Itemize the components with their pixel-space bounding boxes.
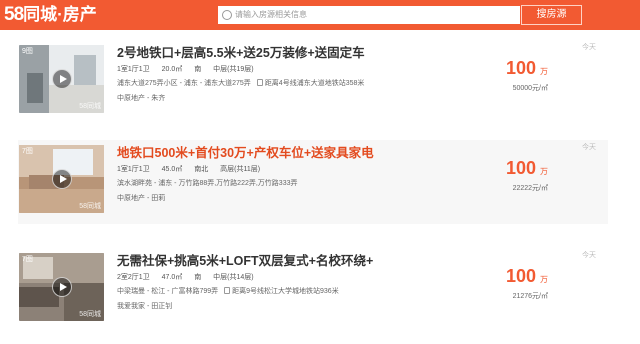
address-text[interactable]: 中梁瑞曼 - 松江 - 广富林路799弄: [117, 288, 218, 295]
listing-item[interactable]: 7图 58同城 地铁口500米+首付30万+产权车位+送家具家电 1室1厅1卫 …: [18, 140, 608, 224]
photo-count: 7图: [22, 256, 33, 263]
search-input[interactable]: 请输入房源相关信息: [235, 6, 307, 24]
floor: 中层(共14层): [213, 274, 254, 281]
price-unit: 万: [540, 67, 548, 76]
search-box[interactable]: 请输入房源相关信息: [217, 5, 521, 25]
area: 47.0㎡: [161, 274, 183, 281]
metro-distance: 距离9号线松江大学城地铁站936米: [232, 288, 339, 295]
listing-address: 浦东大道275弄小区 - 浦东 - 浦东大道275弄 距离4号线浦东大道地铁站35…: [117, 78, 364, 88]
metro-distance: 距离4号线浦东大道地铁站358米: [264, 80, 365, 87]
post-date: 今天: [582, 44, 596, 51]
top-bar: 58同城·房产 请输入房源相关信息 搜房源: [0, 0, 640, 30]
listing-item[interactable]: 7图 58同城 无需社保+挑高5米+LOFT双层复式+名校环绕+ 2室2厅1卫 …: [18, 248, 608, 332]
floor: 高层(共11层): [220, 166, 261, 173]
price-unit: 万: [540, 167, 548, 176]
agent-info[interactable]: 中原地产 - 田莉: [117, 193, 165, 203]
search-icon: [222, 10, 232, 20]
post-date: 今天: [582, 252, 596, 259]
address-text[interactable]: 浦东大道275弄小区 - 浦东 - 浦东大道275弄: [117, 80, 251, 87]
agent-info[interactable]: 中原地产 - 朱齐: [117, 93, 165, 103]
listing-title[interactable]: 地铁口500米+首付30万+产权车位+送家具家电: [117, 142, 374, 161]
play-video-icon[interactable]: [52, 69, 72, 89]
listing-title[interactable]: 无需社保+挑高5米+LOFT双层复式+名校环绕+: [117, 250, 373, 269]
play-video-icon[interactable]: [52, 169, 72, 189]
metro-icon: [256, 79, 263, 86]
logo-text: 同城·房产: [23, 5, 97, 24]
photo-watermark: 58同城: [79, 311, 101, 318]
layout: 2室2厅1卫: [117, 274, 150, 281]
unit-price: 21276元/㎡: [512, 293, 548, 300]
total-price: 100 万: [506, 58, 548, 79]
unit-price: 22222元/㎡: [512, 185, 548, 192]
layout: 1室1厅1卫: [117, 66, 150, 73]
price-value: 100: [505, 158, 536, 178]
agent-info[interactable]: 我爱我家 - 田正钊: [117, 301, 172, 311]
search-button[interactable]: 搜房源: [521, 5, 582, 25]
price-value: 100: [505, 58, 536, 78]
price-value: 100: [505, 266, 536, 286]
metro-icon: [224, 287, 231, 294]
total-price: 100 万: [506, 158, 548, 179]
orientation: 南: [194, 66, 202, 73]
listing-address: 中梁瑞曼 - 松江 - 广富林路799弄 距离9号线松江大学城地铁站936米: [117, 286, 339, 296]
listing-meta: 1室1厅1卫 45.0㎡ 南北 高层(共11层): [117, 164, 270, 174]
play-video-icon[interactable]: [52, 277, 72, 297]
unit-price: 50000元/㎡: [512, 85, 548, 92]
area: 45.0㎡: [161, 166, 183, 173]
photo-watermark: 58同城: [79, 203, 101, 210]
listing-address: 滨水湖畔苑 - 浦东 - 万竹路88弄,万竹路222弄,万竹路333弄: [117, 178, 297, 188]
listing-meta: 1室1厅1卫 20.0㎡ 南 中层(共19层): [117, 64, 264, 74]
orientation: 南: [194, 274, 202, 281]
photo-count: 9图: [22, 48, 33, 55]
orientation: 南北: [194, 166, 209, 173]
address-text[interactable]: 滨水湖畔苑 - 浦东 - 万竹路88弄,万竹路222弄,万竹路333弄: [117, 180, 297, 187]
total-price: 100 万: [506, 266, 548, 287]
listing-title[interactable]: 2号地铁口+层高5.5米+送25万装修+送固定车: [117, 42, 365, 61]
site-logo[interactable]: 58同城·房产: [4, 2, 97, 28]
photo-watermark: 58同城: [79, 103, 101, 110]
logo-number: 58: [4, 4, 24, 25]
photo-count: 7图: [22, 148, 33, 155]
listing-meta: 2室2厅1卫 47.0㎡ 南 中层(共14层): [117, 272, 264, 282]
listing-item[interactable]: 9图 58同城 2号地铁口+层高5.5米+送25万装修+送固定车 1室1厅1卫 …: [18, 40, 608, 124]
price-unit: 万: [540, 275, 548, 284]
area: 20.0㎡: [161, 66, 183, 73]
listing-photo[interactable]: 9图 58同城: [19, 45, 104, 113]
layout: 1室1厅1卫: [117, 166, 150, 173]
listing-photo[interactable]: 7图 58同城: [19, 145, 104, 213]
post-date: 今天: [582, 144, 596, 151]
listing-photo[interactable]: 7图 58同城: [19, 253, 104, 321]
floor: 中层(共19层): [213, 66, 254, 73]
